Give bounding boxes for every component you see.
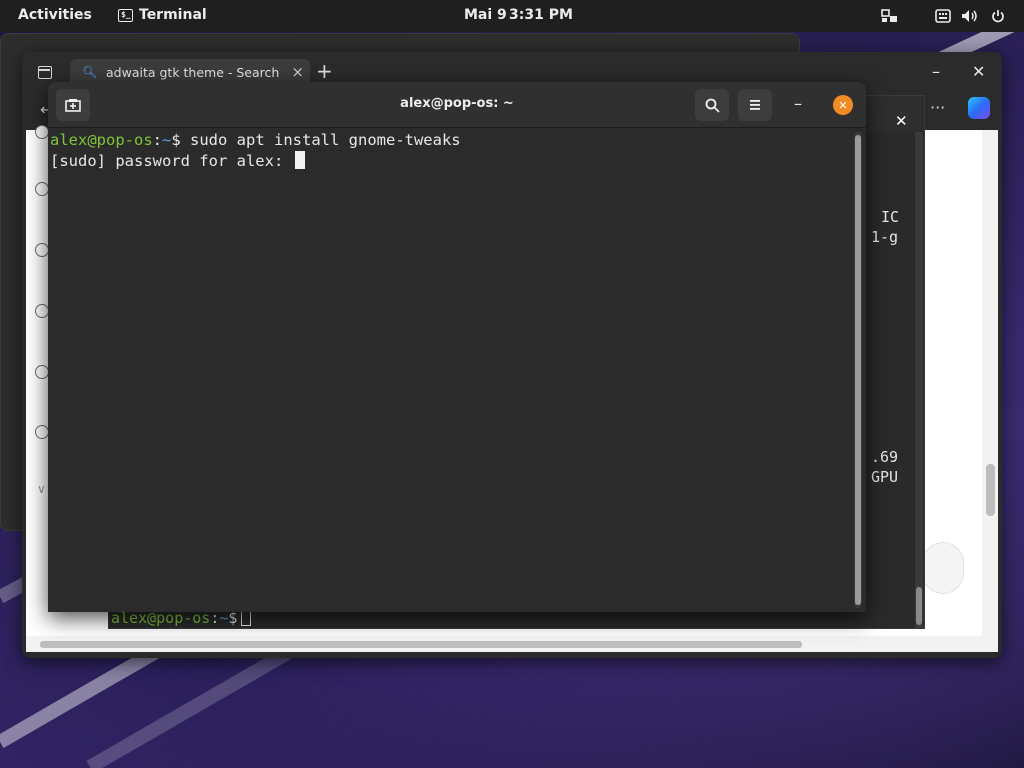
- command-line: alex@pop-os:~$ sudo apt install gnome-tw…: [50, 131, 461, 149]
- app-menu-label: Terminal: [139, 7, 207, 23]
- keyboard-icon[interactable]: [933, 7, 953, 25]
- close-icon[interactable]: ✕: [895, 112, 908, 130]
- scrollbar-thumb[interactable]: [916, 587, 922, 625]
- search-icon: 🔍︎: [82, 65, 98, 79]
- terminal-header-bar: alex@pop-os: ~ – ✕: [48, 82, 866, 128]
- browser-minimize-button[interactable]: –: [932, 62, 940, 81]
- chevron-down-icon[interactable]: ∨: [37, 482, 46, 496]
- workspace-icon[interactable]: [879, 7, 899, 25]
- more-icon[interactable]: ···: [930, 98, 945, 117]
- wallpaper-streak: [86, 645, 293, 768]
- prompt-user: alex@pop-os: [50, 131, 153, 149]
- new-tab-button[interactable]: +: [316, 61, 333, 81]
- scrollbar-thumb[interactable]: [855, 135, 861, 605]
- radio-option[interactable]: [35, 304, 49, 318]
- sidebar-toggle-icon[interactable]: [38, 66, 52, 79]
- close-button[interactable]: ✕: [833, 95, 853, 115]
- radio-option[interactable]: [35, 125, 49, 139]
- sudo-prompt-line: [sudo] password for alex:: [50, 151, 305, 170]
- tab-title: adwaita gtk theme - Search: [106, 65, 280, 80]
- volume-icon[interactable]: [960, 7, 980, 25]
- radio-option[interactable]: [35, 182, 49, 196]
- terminal-scrollbar[interactable]: [854, 132, 862, 608]
- search-icon: [705, 98, 720, 113]
- minimize-button[interactable]: –: [794, 94, 802, 113]
- floating-button[interactable]: [922, 542, 964, 594]
- command-text: sudo apt install gnome-tweaks: [190, 131, 461, 149]
- terminal-text: IC: [881, 208, 900, 226]
- sudo-prompt-text: [sudo] password for alex:: [50, 152, 293, 170]
- text-cursor: [294, 151, 305, 169]
- prompt-symbol: $: [171, 131, 191, 149]
- copilot-icon[interactable]: [968, 97, 990, 119]
- clock-date[interactable]: Mai 9: [464, 7, 507, 23]
- prompt-separator: :: [152, 131, 162, 149]
- terminal-body[interactable]: alex@pop-os:~$ sudo apt install gnome-tw…: [48, 129, 866, 612]
- search-button[interactable]: [695, 89, 729, 121]
- terminal-text: .69: [871, 448, 899, 466]
- app-menu[interactable]: $_ Terminal: [118, 7, 207, 23]
- prompt-path: ~: [162, 131, 172, 149]
- terminal-window[interactable]: alex@pop-os: ~ – ✕ alex@pop-os:~$ sudo a…: [48, 82, 866, 612]
- top-bar: Activities $_ Terminal Mai 9 3:31 PM: [0, 0, 1024, 32]
- page-vertical-scrollbar[interactable]: [982, 130, 998, 636]
- tab-close-icon[interactable]: ×: [291, 63, 304, 81]
- terminal-app-icon: $_: [118, 8, 133, 22]
- radio-option[interactable]: [35, 425, 49, 439]
- page-horizontal-scrollbar[interactable]: [26, 636, 998, 652]
- power-icon[interactable]: [988, 7, 1008, 25]
- browser-close-button[interactable]: ✕: [972, 62, 985, 81]
- activities-button[interactable]: Activities: [18, 7, 92, 23]
- radio-option[interactable]: [35, 243, 49, 257]
- scrollbar-thumb[interactable]: [986, 464, 995, 516]
- clock-time[interactable]: 3:31 PM: [509, 7, 573, 23]
- hamburger-icon: [750, 100, 760, 110]
- terminal-text: GPU: [871, 468, 899, 486]
- scrollbar-thumb[interactable]: [40, 641, 802, 648]
- terminal-scrollbar[interactable]: [915, 132, 923, 628]
- terminal-text: 1-g: [871, 228, 899, 246]
- menu-button[interactable]: [738, 89, 772, 121]
- radio-option[interactable]: [35, 365, 49, 379]
